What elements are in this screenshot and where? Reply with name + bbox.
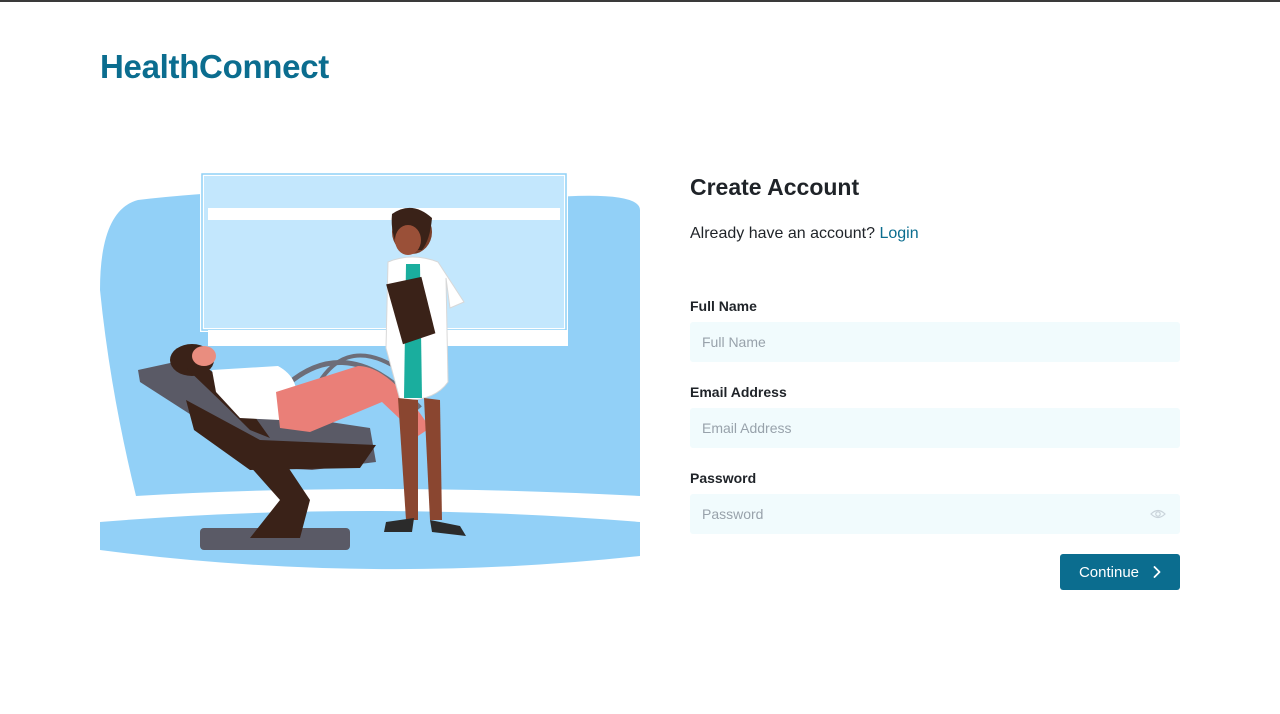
password-input[interactable]: [690, 494, 1180, 534]
chevron-right-icon: [1153, 566, 1161, 578]
login-prompt-text: Already have an account?: [690, 225, 876, 242]
form-title: Create Account: [690, 174, 860, 200]
login-prompt: Already have an account? Login: [690, 225, 919, 243]
password-field-wrapper: [690, 494, 1180, 534]
brand-logo[interactable]: HealthConnect: [100, 48, 329, 86]
full-name-label: Full Name: [690, 298, 757, 314]
doctor-patient-illustration: [100, 170, 640, 580]
eye-icon[interactable]: [1150, 507, 1166, 521]
full-name-input[interactable]: [690, 322, 1180, 362]
email-field-wrapper: [690, 408, 1180, 448]
top-border: [0, 0, 1280, 2]
continue-button[interactable]: Continue: [1060, 554, 1180, 590]
email-label: Email Address: [690, 384, 787, 400]
password-label: Password: [690, 470, 757, 486]
login-link[interactable]: Login: [879, 225, 918, 242]
full-name-field-wrapper: [690, 322, 1180, 362]
email-input[interactable]: [690, 408, 1180, 448]
continue-button-label: Continue: [1078, 563, 1140, 581]
